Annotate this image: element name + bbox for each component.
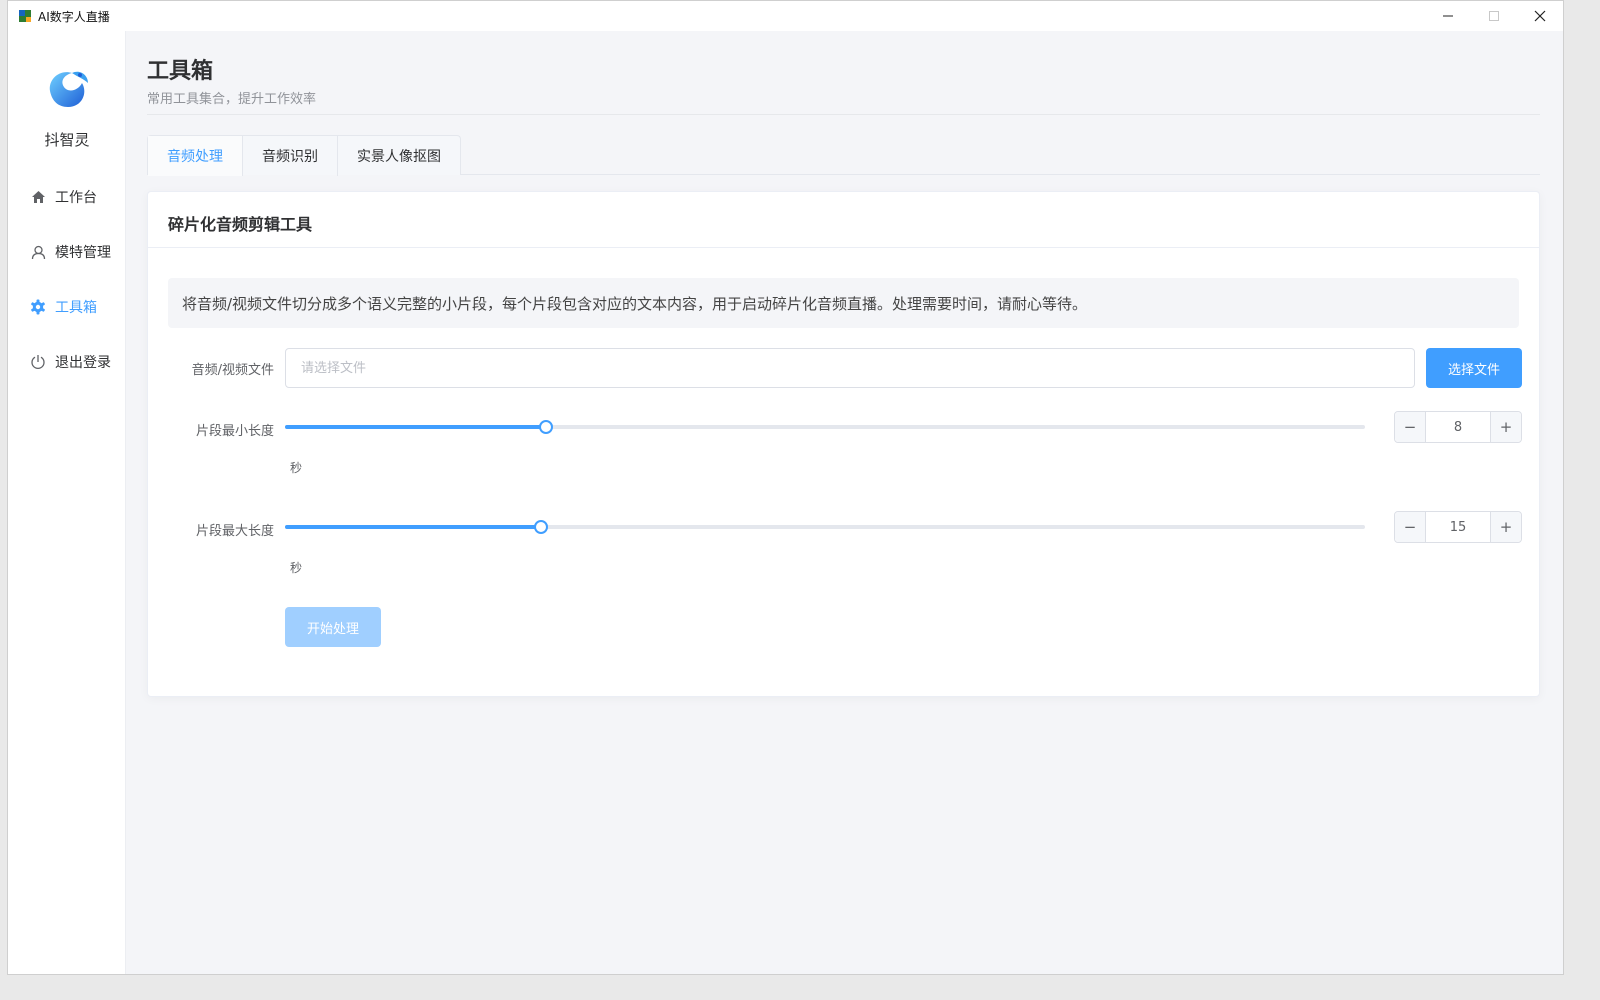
sidebar-item-logout[interactable]: 退出登录	[30, 350, 111, 374]
decrease-max-button[interactable]: −	[1395, 512, 1426, 542]
tab-bar: 音频处理 音频识别 实景人像抠图	[147, 135, 1540, 176]
tool-description: 将音频/视频文件切分成多个语义完整的小片段，每个片段包含对应的文本内容，用于启动…	[168, 278, 1519, 328]
sidebar-item-workbench[interactable]: 工作台	[30, 185, 97, 209]
sidebar: 抖智灵 工作台 模特管理 工具箱 退出登录	[8, 31, 126, 974]
sidebar-item-label: 模特管理	[55, 245, 111, 261]
increase-max-button[interactable]: +	[1490, 512, 1521, 542]
maximize-icon[interactable]	[1471, 1, 1517, 31]
user-icon	[30, 244, 46, 260]
power-icon	[30, 354, 46, 370]
slider-fill	[285, 525, 541, 529]
sidebar-item-toolbox[interactable]: 工具箱	[30, 295, 97, 319]
min-length-slider[interactable]	[285, 417, 1365, 437]
window-title: AI数字人直播	[38, 9, 110, 24]
max-length-slider[interactable]	[285, 517, 1365, 537]
tab-audio-processing[interactable]: 音频处理	[148, 136, 243, 176]
choose-file-button[interactable]: 选择文件	[1426, 348, 1522, 388]
app-window: AI数字人直播 抖智灵 工作台 模特管理 工具箱 退出登录 工具箱 常用工具集合…	[7, 0, 1564, 975]
increase-min-button[interactable]: +	[1490, 412, 1521, 442]
file-path-input[interactable]	[285, 348, 1415, 388]
tab-portrait-matting[interactable]: 实景人像抠图	[338, 136, 460, 176]
brand-name: 抖智灵	[44, 131, 90, 149]
slider-fill	[285, 425, 547, 429]
min-length-label: 片段最小长度	[195, 424, 274, 439]
max-length-stepper: − 15 +	[1394, 511, 1522, 543]
card-title: 碎片化音频剪辑工具	[168, 215, 313, 234]
sidebar-item-label: 工具箱	[55, 300, 97, 316]
start-processing-button[interactable]: 开始处理	[285, 607, 381, 647]
title-bar: AI数字人直播	[8, 1, 1563, 31]
brand-logo	[42, 61, 94, 113]
minimize-icon[interactable]	[1425, 1, 1471, 31]
page-title: 工具箱	[147, 59, 214, 84]
header-divider	[147, 114, 1540, 115]
gear-icon	[30, 299, 46, 315]
max-length-unit: 秒	[290, 561, 303, 575]
file-label: 音频/视频文件	[191, 363, 274, 378]
page-subtitle: 常用工具集合，提升工作效率	[147, 92, 317, 107]
sidebar-item-label: 工作台	[55, 190, 97, 206]
slider-handle[interactable]	[539, 420, 554, 434]
audio-clip-tool-card: 碎片化音频剪辑工具 将音频/视频文件切分成多个语义完整的小片段，每个片段包含对应…	[147, 191, 1540, 697]
slider-handle[interactable]	[533, 520, 548, 534]
app-icon	[18, 9, 32, 23]
max-length-value[interactable]: 15	[1426, 512, 1490, 542]
home-icon	[30, 189, 46, 205]
decrease-min-button[interactable]: −	[1395, 412, 1426, 442]
sidebar-item-models[interactable]: 模特管理	[30, 240, 111, 264]
window-controls	[1425, 1, 1563, 31]
min-length-unit: 秒	[290, 461, 303, 475]
close-icon[interactable]	[1517, 1, 1563, 31]
card-divider	[148, 247, 1539, 248]
max-length-label: 片段最大长度	[195, 524, 274, 539]
main-content: 工具箱 常用工具集合，提升工作效率 音频处理 音频识别 实景人像抠图 碎片化音频…	[126, 31, 1563, 974]
min-length-value[interactable]: 8	[1426, 412, 1490, 442]
tab-audio-recognition[interactable]: 音频识别	[243, 136, 338, 176]
min-length-stepper: − 8 +	[1394, 411, 1522, 443]
sidebar-item-label: 退出登录	[55, 355, 111, 371]
